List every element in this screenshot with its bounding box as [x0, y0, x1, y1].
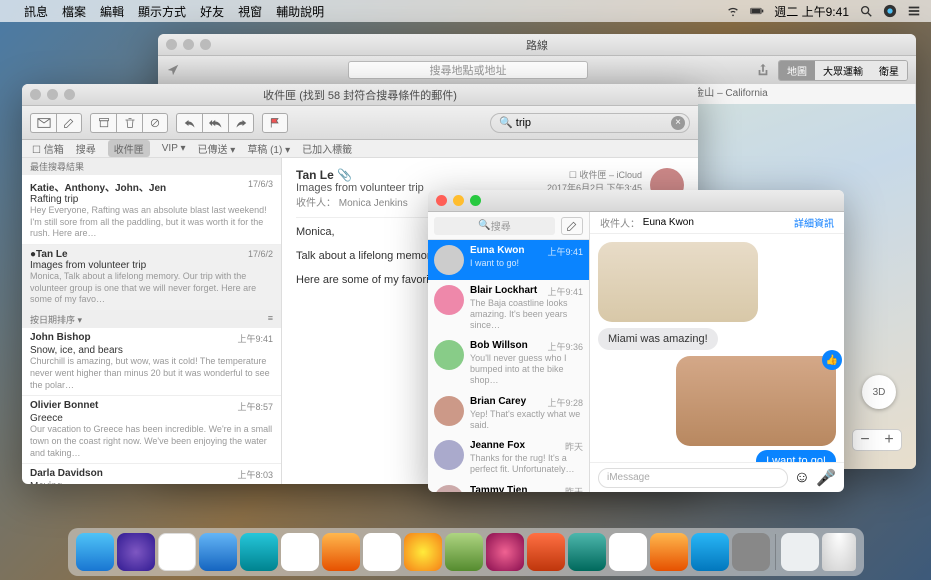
- wifi-icon[interactable]: [726, 4, 740, 18]
- menu-help[interactable]: 輔助說明: [276, 3, 324, 20]
- sort-icon[interactable]: ≡: [268, 313, 273, 326]
- mail-row[interactable]: Darla Davidson上午8:03 MovingAlisha and Ti…: [22, 464, 281, 484]
- emoji-icon[interactable]: ☺: [794, 469, 810, 487]
- menu-view[interactable]: 顯示方式: [138, 3, 186, 20]
- mail-reply-button[interactable]: [176, 113, 202, 133]
- dock-itunes[interactable]: [609, 533, 647, 571]
- menu-edit[interactable]: 編輯: [100, 3, 124, 20]
- mail-flag-button[interactable]: [262, 113, 288, 133]
- avatar: [434, 245, 464, 275]
- messages-search[interactable]: 🔍 搜尋: [434, 217, 555, 235]
- mail-junk-button[interactable]: [142, 113, 168, 133]
- dock-separator: [775, 534, 776, 570]
- messages-window: 🔍 搜尋 Euna Kwon上午9:41I want to go! Blair …: [428, 190, 844, 492]
- menu-buddies[interactable]: 好友: [200, 3, 224, 20]
- maps-nav-icon[interactable]: [166, 63, 180, 77]
- maps-3d-button[interactable]: 3D: [862, 375, 896, 409]
- dock-maps[interactable]: [445, 533, 483, 571]
- message-input[interactable]: iMessage: [598, 468, 788, 488]
- dock-messages[interactable]: [527, 533, 565, 571]
- dock-appstore[interactable]: [691, 533, 729, 571]
- received-bubble: Miami was amazing!: [598, 328, 718, 350]
- clear-search-icon[interactable]: ×: [671, 116, 685, 130]
- conversation-row[interactable]: Jeanne Fox昨天Thanks for the rug! It's a p…: [428, 435, 589, 480]
- dock-preferences[interactable]: [732, 533, 770, 571]
- maps-zoom[interactable]: −+: [852, 429, 902, 451]
- thumbs-up-icon: 👍: [822, 350, 842, 370]
- notification-center-icon[interactable]: [907, 4, 921, 18]
- conversation-row[interactable]: Brian Carey上午9:28Yep! That's exactly wha…: [428, 391, 589, 436]
- dock-photos[interactable]: [486, 533, 524, 571]
- dock-facetime[interactable]: [568, 533, 606, 571]
- received-image[interactable]: [598, 242, 758, 322]
- sent-image[interactable]: 👍: [676, 356, 836, 446]
- dock-launchpad[interactable]: [158, 533, 196, 571]
- attachment-icon: 📎: [337, 168, 352, 182]
- chat-recipient[interactable]: Euna Kwon: [643, 217, 694, 228]
- conversation-row[interactable]: Euna Kwon上午9:41I want to go!: [428, 240, 589, 280]
- dock-safari[interactable]: [199, 533, 237, 571]
- siri-icon[interactable]: [883, 4, 897, 18]
- compose-message-button[interactable]: [561, 217, 583, 235]
- zoom-out-icon: −: [853, 430, 877, 450]
- dock-reminders[interactable]: [404, 533, 442, 571]
- search-icon: 🔍: [499, 116, 513, 129]
- conversation-row[interactable]: Bob Willson上午9:36You'll never guess who …: [428, 335, 589, 390]
- mail-replyall-button[interactable]: [202, 113, 228, 133]
- mail-row[interactable]: Olivier Bonnet上午8:57 GreeceOur vacation …: [22, 396, 281, 464]
- dock-mail[interactable]: [240, 533, 278, 571]
- microphone-icon[interactable]: 🎤: [816, 468, 836, 488]
- mail-row[interactable]: Katie、Anthony、John、Jen17/6/3 Rafting tri…: [22, 175, 281, 245]
- mail-row[interactable]: ● Tan Le17/6/2 Images from volunteer tri…: [22, 245, 281, 311]
- messages-traffic-lights[interactable]: [436, 195, 481, 206]
- zoom-in-icon: +: [877, 430, 901, 450]
- mail-compose-button[interactable]: [56, 113, 82, 133]
- conversation-row[interactable]: Tammy Tien昨天Appreciate it. I'll definite…: [428, 480, 589, 492]
- menubar-clock[interactable]: 週二 上午9:41: [774, 3, 849, 20]
- dock: [68, 528, 864, 576]
- dock-ibooks[interactable]: [650, 533, 688, 571]
- maps-share-icon[interactable]: [756, 63, 770, 77]
- dock-downloads[interactable]: [781, 533, 819, 571]
- menu-messages[interactable]: 訊息: [24, 3, 48, 20]
- mail-search[interactable]: 🔍 trip ×: [490, 113, 690, 133]
- spotlight-icon[interactable]: [859, 4, 873, 18]
- menu-file[interactable]: 檔案: [62, 3, 86, 20]
- mail-forward-button[interactable]: [228, 113, 254, 133]
- maps-title: 路線: [526, 37, 548, 53]
- mail-message-list: 最佳搜尋結果 Katie、Anthony、John、Jen17/6/3 Raft…: [22, 158, 282, 484]
- conversation-row[interactable]: Blair Lockhart上午9:41The Baja coastline l…: [428, 280, 589, 335]
- dock-contacts[interactable]: [281, 533, 319, 571]
- mail-get-button[interactable]: [30, 113, 56, 133]
- details-button[interactable]: 詳細資訊: [794, 215, 834, 230]
- maps-search[interactable]: 搜尋地點或地址: [348, 61, 588, 79]
- maps-view-segment[interactable]: 地圖 大眾運輸 衛星: [778, 60, 908, 81]
- mail-archive-button[interactable]: [90, 113, 116, 133]
- mail-title: 收件匣 (找到 58 封符合搜尋條件的郵件): [263, 87, 457, 103]
- sent-bubble: I want to go!: [756, 450, 836, 462]
- dock-siri[interactable]: [117, 533, 155, 571]
- menu-bar: 訊息 檔案 編輯 顯示方式 好友 視窗 輔助說明 週二 上午9:41: [0, 0, 931, 22]
- dock-calendar[interactable]: [322, 533, 360, 571]
- menu-window[interactable]: 視窗: [238, 3, 262, 20]
- dock-notes[interactable]: [363, 533, 401, 571]
- mail-delete-button[interactable]: [116, 113, 142, 133]
- maps-traffic-lights[interactable]: [166, 39, 211, 50]
- mail-row[interactable]: John Bishop上午9:41 Snow, ice, and bearsCh…: [22, 328, 281, 396]
- dock-finder[interactable]: [76, 533, 114, 571]
- mail-traffic-lights[interactable]: [30, 89, 75, 100]
- dock-trash[interactable]: [822, 533, 856, 571]
- battery-icon[interactable]: [750, 4, 764, 18]
